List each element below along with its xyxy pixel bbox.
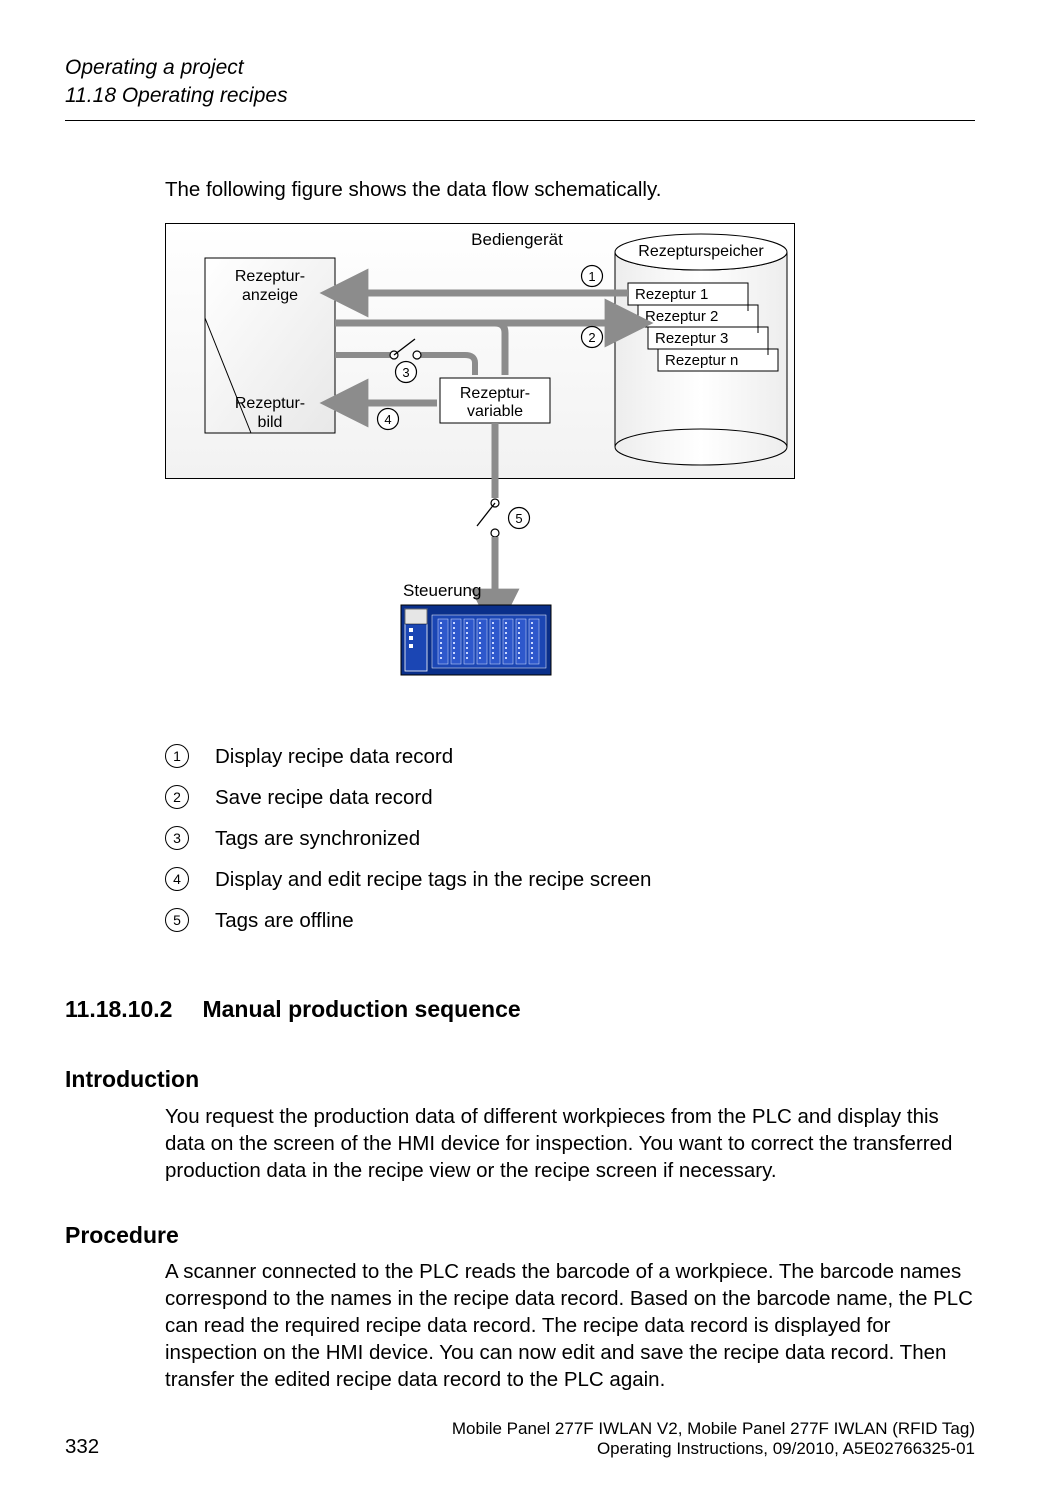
section-title: Manual production sequence (202, 994, 520, 1024)
legend-number-4: 4 (165, 867, 189, 891)
introduction-heading: Introduction (65, 1064, 975, 1094)
header-rule (65, 120, 975, 121)
plc-label: Steuerung (403, 581, 481, 600)
panel-title: Bediengerät (471, 230, 563, 249)
recipe-n-label: Rezeptur n (665, 352, 738, 369)
running-header-section: 11.18 Operating recipes (65, 83, 975, 109)
legend-text-2: Save recipe data record (215, 784, 433, 811)
footer-docref-line: Operating Instructions, 09/2010, A5E0276… (452, 1439, 975, 1459)
legend-number-1: 1 (165, 744, 189, 768)
recipe-3-label: Rezeptur 3 (655, 330, 728, 347)
figure-intro-text: The following figure shows the data flow… (165, 176, 975, 203)
running-header-chapter: Operating a project (65, 55, 975, 81)
page-footer: 332 Mobile Panel 277F IWLAN V2, Mobile P… (65, 1419, 975, 1459)
recipe-1-label: Rezeptur 1 (635, 286, 708, 303)
variable-box-line2: variable (467, 403, 523, 420)
figure-legend: 1 Display recipe data record 2 Save reci… (165, 743, 975, 934)
legend-number-5: 5 (165, 908, 189, 932)
introduction-body: You request the production data of diffe… (165, 1103, 975, 1184)
legend-number-3: 3 (165, 826, 189, 850)
legend-text-4: Display and edit recipe tags in the reci… (215, 866, 651, 893)
callout-4: 4 (384, 412, 391, 427)
legend-row: 5 Tags are offline (165, 907, 975, 934)
legend-text-5: Tags are offline (215, 907, 354, 934)
recipe-storage: Rezepturspeicher Rezeptur 1 Rezeptur 2 R… (615, 234, 787, 465)
display-box-line1: Rezeptur- (235, 268, 305, 285)
legend-row: 3 Tags are synchronized (165, 825, 975, 852)
running-header: Operating a project 11.18 Operating reci… (65, 55, 975, 110)
footer-device-line: Mobile Panel 277F IWLAN V2, Mobile Panel… (452, 1419, 975, 1439)
display-box-line2: anzeige (242, 287, 298, 304)
screen-box-line2: bild (258, 414, 283, 431)
legend-row: 2 Save recipe data record (165, 784, 975, 811)
page-number: 332 (65, 1435, 99, 1459)
storage-label: Rezepturspeicher (638, 243, 764, 260)
procedure-heading: Procedure (65, 1220, 975, 1250)
variable-box-line1: Rezeptur- (460, 385, 530, 402)
section-number: 11.18.10.2 (65, 994, 172, 1024)
data-flow-diagram: Bediengerät Rezeptur- anzeige Rezeptur- … (165, 223, 795, 698)
legend-number-2: 2 (165, 785, 189, 809)
callout-2: 2 (588, 330, 595, 345)
callout-3: 3 (402, 365, 409, 380)
section-heading: 11.18.10.2 Manual production sequence (65, 994, 975, 1024)
legend-text-1: Display recipe data record (215, 743, 453, 770)
procedure-body: A scanner connected to the PLC reads the… (165, 1258, 975, 1393)
callout-1: 1 (588, 269, 595, 284)
plc-icon (401, 605, 551, 675)
legend-row: 1 Display recipe data record (165, 743, 975, 770)
recipe-2-label: Rezeptur 2 (645, 308, 718, 325)
legend-row: 4 Display and edit recipe tags in the re… (165, 866, 975, 893)
callout-5: 5 (515, 511, 522, 526)
screen-box-line1: Rezeptur- (235, 395, 305, 412)
legend-text-3: Tags are synchronized (215, 825, 420, 852)
